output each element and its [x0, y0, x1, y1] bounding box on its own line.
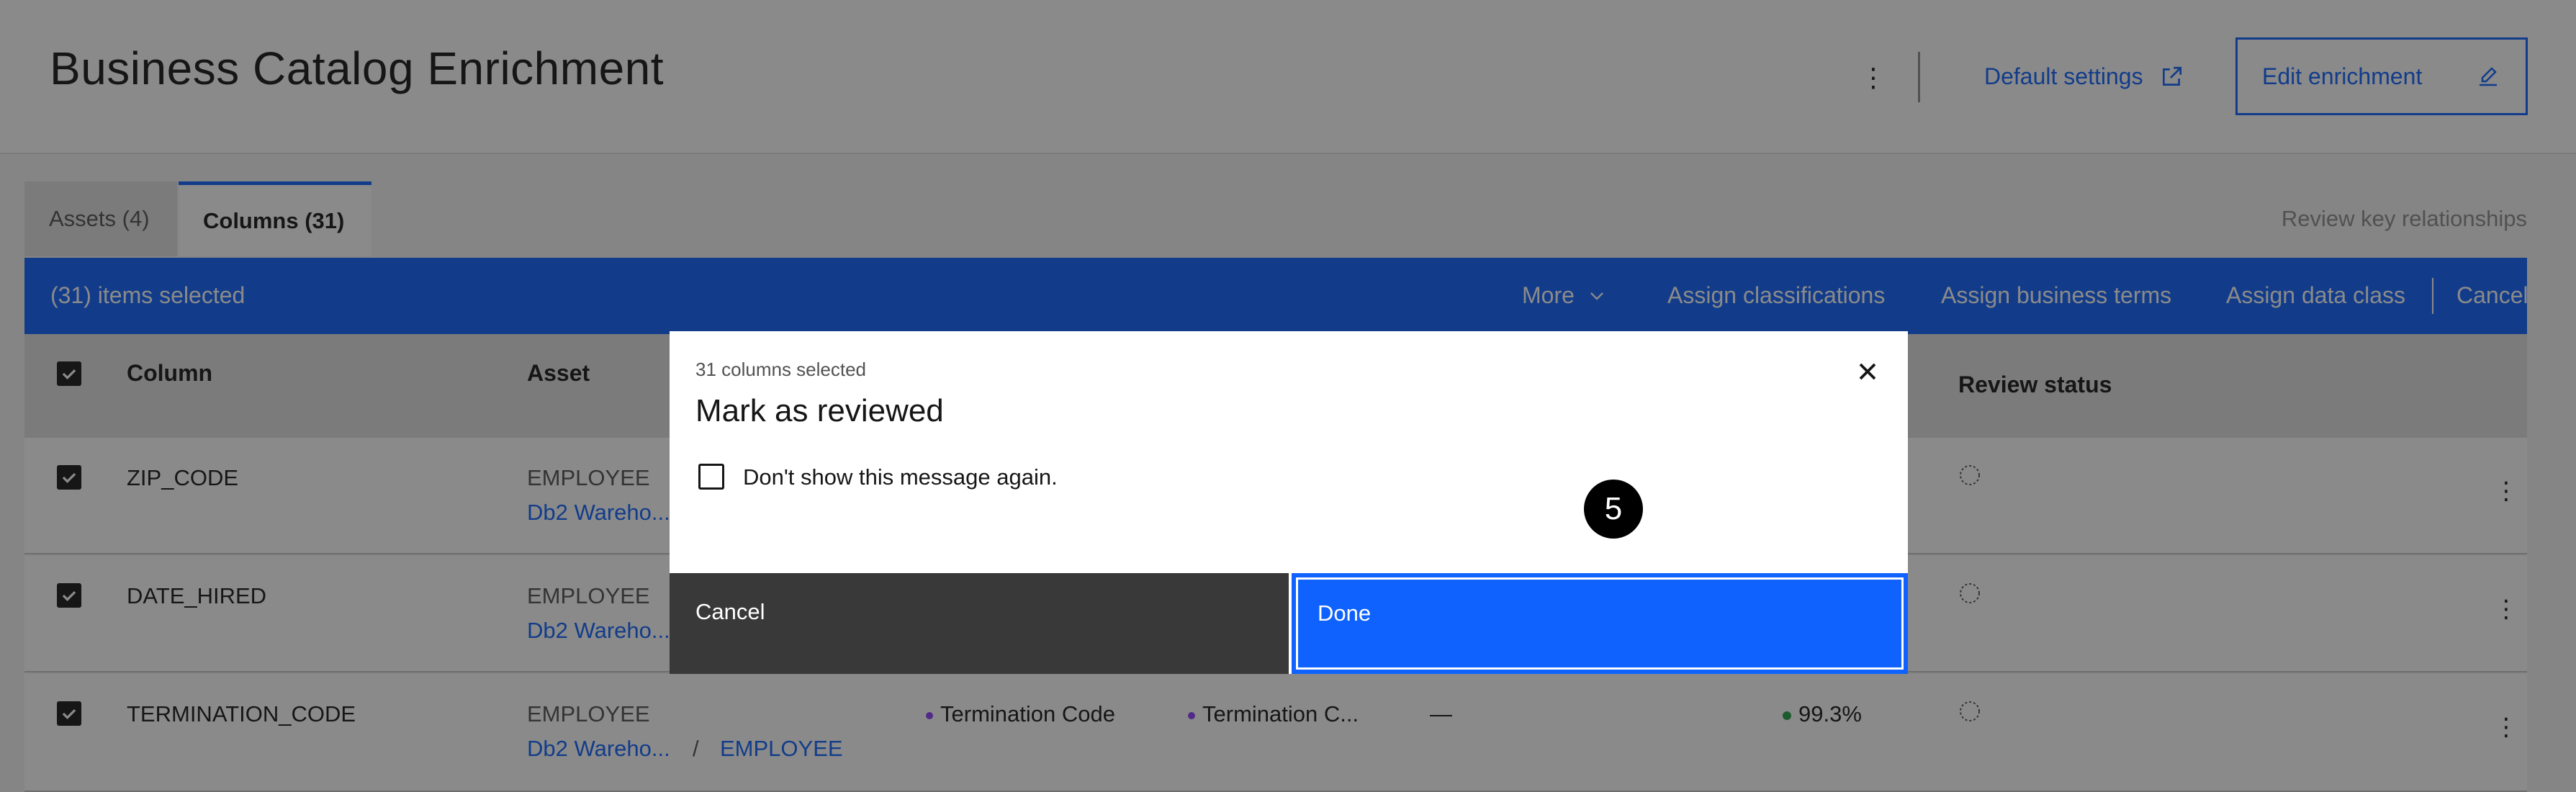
modal-cancel-label: Cancel [695, 599, 765, 624]
modal-cancel-button[interactable]: Cancel [670, 573, 1289, 674]
mark-reviewed-modal: 31 columns selected Mark as reviewed Don… [670, 331, 1908, 674]
modal-done-label: Done [1318, 600, 1372, 626]
modal-title: Mark as reviewed [695, 393, 944, 428]
page: Business Catalog Enrichment ⋮ Default se… [0, 0, 2576, 792]
close-icon[interactable] [1853, 357, 1882, 386]
dont-show-checkbox[interactable] [698, 464, 724, 490]
modal-done-button[interactable]: Done [1292, 573, 1908, 674]
step-badge: 5 [1584, 480, 1643, 539]
modal-label: 31 columns selected [695, 359, 867, 380]
dont-show-label: Don't show this message again. [743, 464, 1058, 490]
